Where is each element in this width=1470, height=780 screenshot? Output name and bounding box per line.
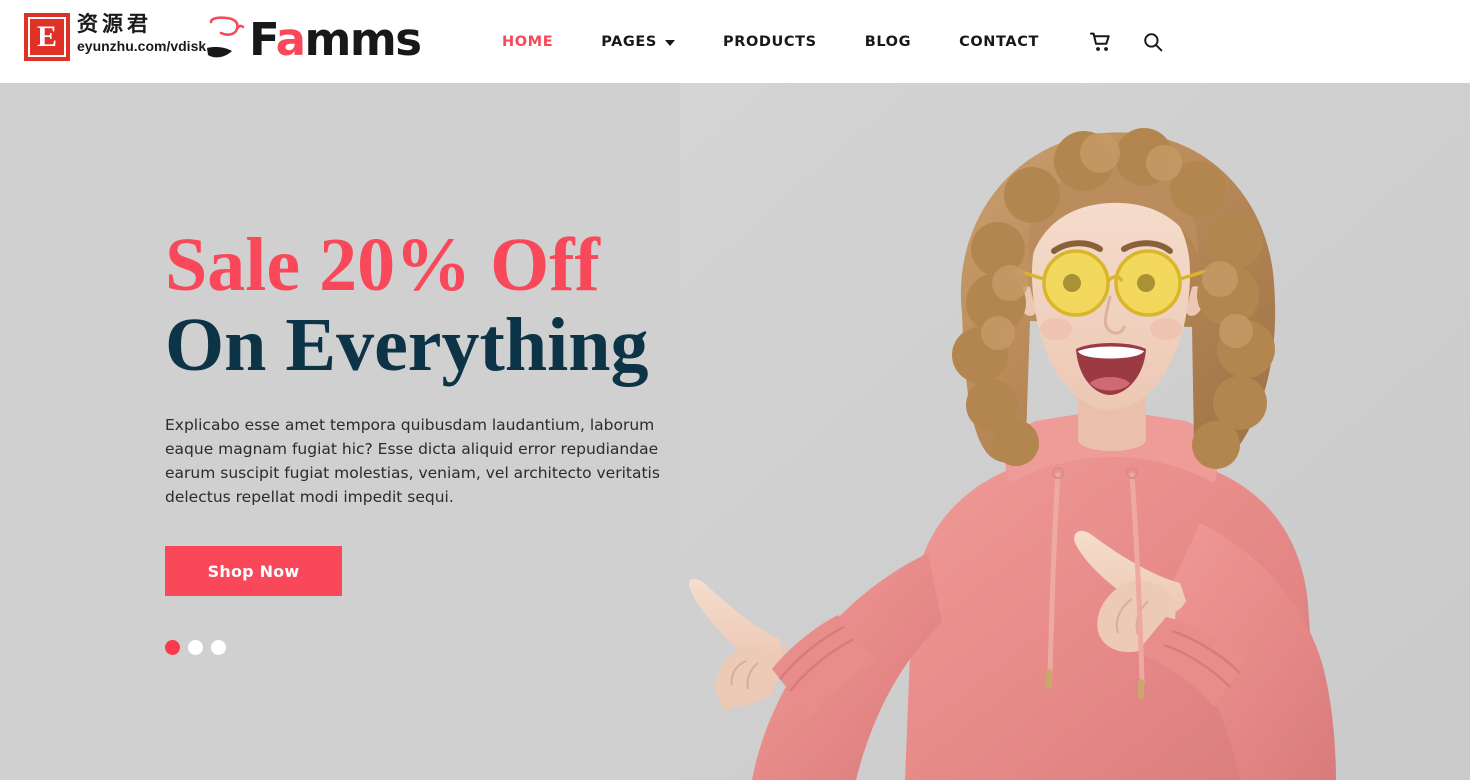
nav-list: HOME PAGES PRODUCTS BLOG CONTACT xyxy=(478,24,1063,60)
chevron-down-icon xyxy=(664,40,675,46)
watermark-overlay: E 资源君 eyunzhu.com/vdisk xyxy=(24,13,206,61)
brand-word-accent: a xyxy=(275,13,306,66)
nav-item-blog-label: BLOG xyxy=(864,33,912,50)
watermark-badge-letter: E xyxy=(28,17,66,57)
hero-headline-line2: On Everything xyxy=(165,303,649,387)
carousel-dot-1[interactable] xyxy=(165,640,180,655)
nav-item-home-label: HOME xyxy=(502,33,554,50)
watermark-cn-label: 资源君 xyxy=(77,12,152,36)
shop-now-button[interactable]: Shop Now xyxy=(165,546,342,596)
nav-item-products[interactable]: PRODUCTS xyxy=(699,24,841,60)
brand-word-part2: mms xyxy=(304,13,422,66)
search-icon[interactable] xyxy=(1141,30,1165,54)
hero-headline-line1: Sale 20% Off xyxy=(165,223,600,307)
cart-icon[interactable] xyxy=(1089,30,1113,54)
hero-paragraph: Explicabo esse amet tempora quibusdam la… xyxy=(165,416,660,506)
carousel-dot-2[interactable] xyxy=(188,640,203,655)
carousel-dots xyxy=(165,640,695,655)
watermark-text: 资源君 eyunzhu.com/vdisk xyxy=(77,12,207,55)
hero-slider: Sale 20% Off On Everything Explicabo ess… xyxy=(0,83,1470,780)
brand-word-part1: F xyxy=(249,13,277,66)
watermark-url-label: eyunzhu.com/vdisk xyxy=(77,38,207,54)
glasses-mark-icon xyxy=(205,16,251,66)
hero-photo xyxy=(680,83,1470,780)
main-navigation: HOME PAGES PRODUCTS BLOG CONTACT xyxy=(470,0,1470,83)
nav-item-pages[interactable]: PAGES xyxy=(577,24,699,60)
brand-logo[interactable]: Famms xyxy=(205,13,422,66)
watermark-badge-icon: E xyxy=(24,13,70,61)
nav-item-contact[interactable]: CONTACT xyxy=(935,24,1063,60)
site-header: E 资源君 eyunzhu.com/vdisk Famms HOME PAGES… xyxy=(0,0,1470,83)
brand-wordmark: Famms xyxy=(249,13,422,66)
nav-item-blog[interactable]: BLOG xyxy=(841,24,935,60)
brand-zone: E 资源君 eyunzhu.com/vdisk Famms xyxy=(0,0,470,83)
hero-copy: Sale 20% Off On Everything Explicabo ess… xyxy=(165,223,695,655)
nav-item-home[interactable]: HOME xyxy=(478,24,577,60)
nav-item-pages-label: PAGES xyxy=(601,33,657,50)
nav-item-contact-label: CONTACT xyxy=(959,33,1039,50)
carousel-dot-3[interactable] xyxy=(211,640,226,655)
nav-item-products-label: PRODUCTS xyxy=(722,33,817,50)
nav-icon-group xyxy=(1089,30,1165,54)
